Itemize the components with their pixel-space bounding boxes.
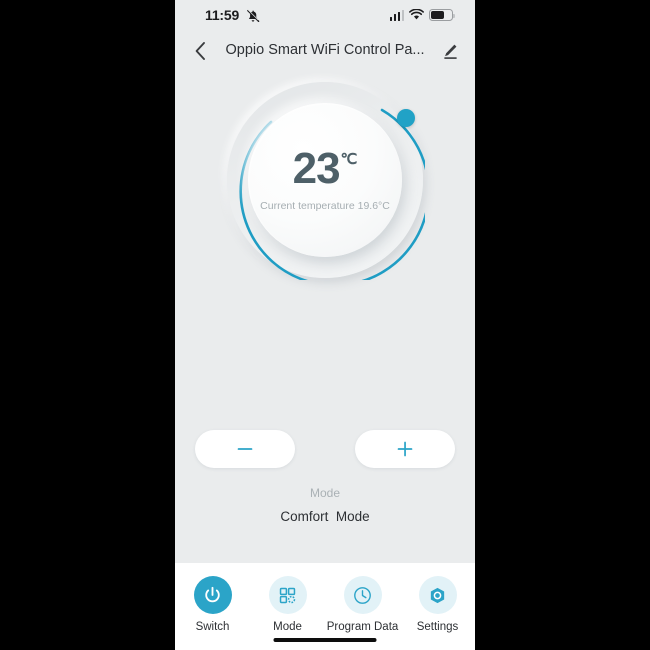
settings-icon-circle [418, 576, 457, 614]
status-bar: 11:59 [175, 0, 475, 34]
nav-label-switch: Switch [195, 621, 230, 633]
switch-icon-circle [193, 576, 232, 614]
nav-item-switch[interactable]: Switch [175, 576, 250, 633]
plus-icon [397, 441, 413, 457]
home-indicator[interactable] [273, 638, 377, 642]
bottom-navigation: Switch Mode Program Data Settings [175, 563, 475, 650]
back-button[interactable] [185, 36, 215, 66]
temperature-stepper [175, 420, 475, 478]
dial-knob-handle[interactable] [397, 109, 415, 127]
clock-icon [354, 586, 371, 604]
phone-screen: 11:59 Oppio Smart WiFi Control Pa... 23 … [175, 0, 475, 650]
decrease-temp-button[interactable] [195, 430, 295, 468]
nav-item-program-data[interactable]: Program Data [325, 576, 400, 633]
increase-temp-button[interactable] [355, 430, 455, 468]
bell-mute-icon [247, 9, 260, 23]
battery-icon [429, 9, 456, 21]
mode-icon-circle [268, 576, 307, 614]
nav-label-settings: Settings [416, 621, 459, 633]
mode-label: Mode [309, 486, 341, 500]
power-icon [205, 586, 220, 602]
chevron-left-icon [195, 42, 205, 60]
program-data-icon-circle [343, 576, 382, 614]
mode-block: Mode Comfort Mode [175, 486, 475, 524]
nav-label-mode: Mode [273, 621, 302, 633]
wifi-icon [409, 9, 424, 20]
grid-icon [279, 587, 296, 603]
mode-value: Comfort Mode [280, 509, 370, 524]
thermostat-dial-area: 23 ℃ Current temperature 19.6°C [175, 70, 475, 352]
cellular-signal-icon [389, 9, 404, 21]
nav-label-program-data: Program Data [326, 621, 399, 633]
title-bar: Oppio Smart WiFi Control Pa... [175, 34, 475, 70]
thermostat-dial[interactable]: 23 ℃ Current temperature 19.6°C [227, 82, 425, 280]
nav-item-settings[interactable]: Settings [400, 576, 475, 633]
current-temperature-text: Current temperature 19.6°C [260, 200, 390, 213]
target-temperature: 23 ℃ [292, 143, 358, 193]
battery-fill [431, 11, 445, 19]
minus-icon [237, 448, 253, 450]
edit-button[interactable] [435, 36, 465, 66]
pencil-icon [443, 44, 457, 59]
target-temp-unit: ℃ [340, 150, 358, 168]
dial-inner-face: 23 ℃ Current temperature 19.6°C [248, 103, 402, 257]
page-title: Oppio Smart WiFi Control Pa... [225, 42, 425, 58]
target-temp-value: 23 [292, 143, 341, 193]
status-indicators [389, 9, 456, 21]
settings-hex-icon [430, 587, 445, 603]
status-time: 11:59 [205, 7, 240, 23]
nav-item-mode[interactable]: Mode [250, 576, 325, 633]
